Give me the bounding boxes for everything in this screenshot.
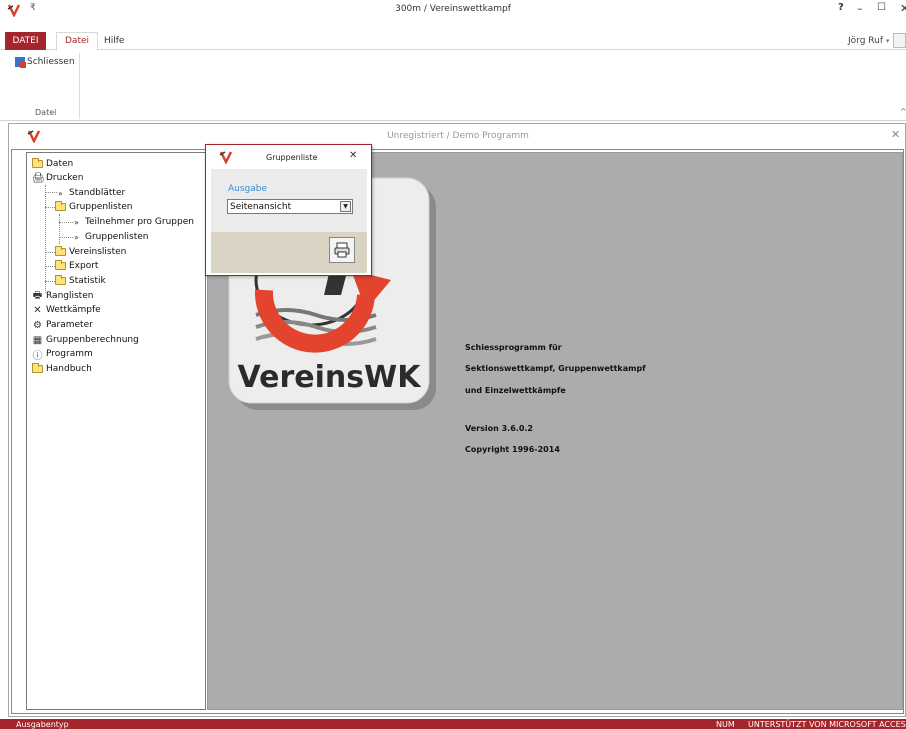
- ribbon-tabs: DATEI Datei Hilfe Jörg Ruf ▾: [0, 32, 906, 51]
- tree-connector: [59, 222, 73, 223]
- tree-item-handbuch[interactable]: Handbuch: [32, 362, 92, 376]
- folder-icon: [55, 260, 66, 270]
- parameters-icon: ⚙: [33, 319, 42, 331]
- powered-by-text: UNTERSTÜTZT VON MICROSOFT ACCESS: [748, 720, 906, 729]
- output-label: Ausgabe: [228, 184, 268, 194]
- close-database-button[interactable]: Schliessen: [15, 55, 75, 69]
- tab-hilfe[interactable]: Hilfe: [104, 32, 124, 50]
- tree-item-label: Statistik: [69, 276, 106, 286]
- tree-connector: [59, 214, 60, 244]
- navigation-tree[interactable]: Daten 🖨 Drucken » Standblätter Gruppenli…: [26, 152, 206, 710]
- tree-item-label: Teilnehmer pro Gruppen: [85, 217, 194, 227]
- chevron-right-icon: »: [74, 232, 79, 242]
- tree-item-daten[interactable]: Daten: [32, 157, 73, 171]
- tree-item-label: Standblätter: [69, 188, 126, 198]
- chevron-down-icon: ▾: [885, 37, 890, 45]
- tree-item-label: Programm: [46, 349, 93, 359]
- status-text: Ausgabentyp: [16, 720, 69, 729]
- info-line: Schiessprogramm für: [465, 343, 562, 352]
- title-bar: ₹ 300m / Vereinswettkampf ? – ☐ ✕: [0, 0, 906, 32]
- tree-connector: [45, 192, 57, 193]
- tree-item-ranglisten[interactable]: 🖶 Ranglisten: [32, 289, 94, 303]
- tree-item-label: Gruppenlisten: [69, 202, 133, 212]
- version-text: Version 3.6.0.2: [465, 424, 533, 433]
- dialog-title: Gruppenliste: [266, 153, 318, 162]
- tree-item-gruppenberechnung[interactable]: ▦ Gruppenberechnung: [32, 333, 139, 347]
- folder-icon: [32, 158, 43, 168]
- tree-item-wettkaempfe[interactable]: ✕ Wettkämpfe: [32, 303, 101, 317]
- minimize-button[interactable]: –: [857, 2, 863, 15]
- dialog-close-button[interactable]: ✕: [349, 150, 357, 161]
- tree-item-teilnehmer-pro-gruppen[interactable]: » Teilnehmer pro Gruppen: [74, 215, 194, 229]
- chevron-right-icon: »: [58, 188, 63, 198]
- tree-item-label: Handbuch: [46, 364, 92, 374]
- main-form-body: Daten 🖨 Drucken » Standblätter Gruppenli…: [11, 149, 904, 714]
- close-button[interactable]: ✕: [900, 2, 906, 15]
- tab-datei[interactable]: Datei: [56, 32, 99, 51]
- app-logo-icon: [219, 151, 233, 164]
- tree-item-gruppenlisten[interactable]: » Gruppenlisten: [74, 230, 149, 244]
- dropdown-arrow-icon[interactable]: ▼: [340, 201, 351, 212]
- tree-connector: [45, 185, 46, 293]
- output-select[interactable]: Seitenansicht ▼: [227, 199, 353, 214]
- folder-icon: [55, 201, 66, 211]
- crossed-rifles-icon: ✕: [33, 304, 42, 316]
- tree-connector: [59, 237, 73, 238]
- avatar[interactable]: [893, 33, 906, 48]
- tree-item-gruppenlisten-folder[interactable]: Gruppenlisten: [55, 200, 133, 214]
- ribbon: Schliessen Datei ^: [0, 51, 906, 121]
- info-line: und Einzelwettkämpfe: [465, 386, 566, 395]
- tree-item-export[interactable]: Export: [55, 259, 98, 273]
- tree-item-statistik[interactable]: Statistik: [55, 274, 106, 288]
- logo-text: VereinsWK: [238, 360, 423, 395]
- folder-icon: [55, 275, 66, 285]
- print-button[interactable]: [329, 237, 355, 263]
- close-database-icon: [15, 57, 26, 68]
- info-icon: ⓘ: [32, 350, 43, 362]
- tree-item-vereinslisten[interactable]: Vereinslisten: [55, 245, 126, 259]
- gruppenliste-dialog: Gruppenliste ✕ Ausgabe Seitenansicht ▼: [205, 144, 372, 276]
- status-bar: Ausgabentyp NUM UNTERSTÜTZT VON MICROSOF…: [0, 719, 906, 729]
- tree-item-standblaetter[interactable]: » Standblätter: [58, 186, 125, 200]
- collapse-ribbon-icon[interactable]: ^: [900, 107, 906, 116]
- user-name: Jörg Ruf: [848, 36, 883, 46]
- window-title: 300m / Vereinswettkampf: [395, 4, 511, 14]
- tree-item-label: Gruppenlisten: [85, 232, 149, 242]
- tree-item-label: Drucken: [46, 173, 84, 183]
- printer-icon: [334, 242, 350, 258]
- tree-item-drucken[interactable]: 🖨 Drucken: [32, 171, 83, 185]
- tree-item-label: Vereinslisten: [69, 247, 127, 257]
- printer-icon: 🖨: [32, 172, 45, 184]
- tree-item-label: Parameter: [46, 320, 93, 330]
- ribbon-group-label: Datei: [35, 108, 57, 117]
- group-divider: [79, 53, 80, 119]
- close-database-label: Schliessen: [27, 57, 75, 67]
- tree-item-label: Wettkämpfe: [46, 305, 101, 315]
- tree-item-label: Gruppenberechnung: [46, 335, 139, 345]
- tree-item-programm[interactable]: ⓘ Programm: [32, 347, 93, 362]
- tree-item-label: Daten: [46, 159, 74, 169]
- tree-item-label: Ranglisten: [46, 291, 94, 301]
- tree-item-parameter[interactable]: ⚙ Parameter: [32, 318, 93, 332]
- tab-file[interactable]: DATEI: [5, 32, 46, 50]
- user-account[interactable]: Jörg Ruf ▾: [848, 36, 889, 46]
- help-button[interactable]: ?: [838, 2, 844, 13]
- folder-icon: [55, 246, 66, 256]
- maximize-button[interactable]: ☐: [877, 2, 886, 13]
- folder-icon: [32, 363, 43, 373]
- calculator-icon: ▦: [32, 334, 43, 346]
- main-form-window: Unregistriert / Demo Programm ✕ Daten 🖨 …: [8, 123, 906, 717]
- main-form-title: Unregistriert / Demo Programm: [387, 131, 529, 141]
- num-lock-indicator: NUM: [716, 720, 735, 729]
- main-form-close-button[interactable]: ✕: [891, 128, 900, 141]
- output-select-value: Seitenansicht: [230, 201, 292, 212]
- copyright-text: Copyright 1996-2014: [465, 445, 560, 454]
- info-line: Sektionswettkampf, Gruppenwettkampf: [465, 364, 646, 373]
- ranking-icon: 🖶: [32, 289, 43, 301]
- tree-item-label: Export: [69, 261, 99, 271]
- chevron-right-icon: »: [74, 217, 79, 227]
